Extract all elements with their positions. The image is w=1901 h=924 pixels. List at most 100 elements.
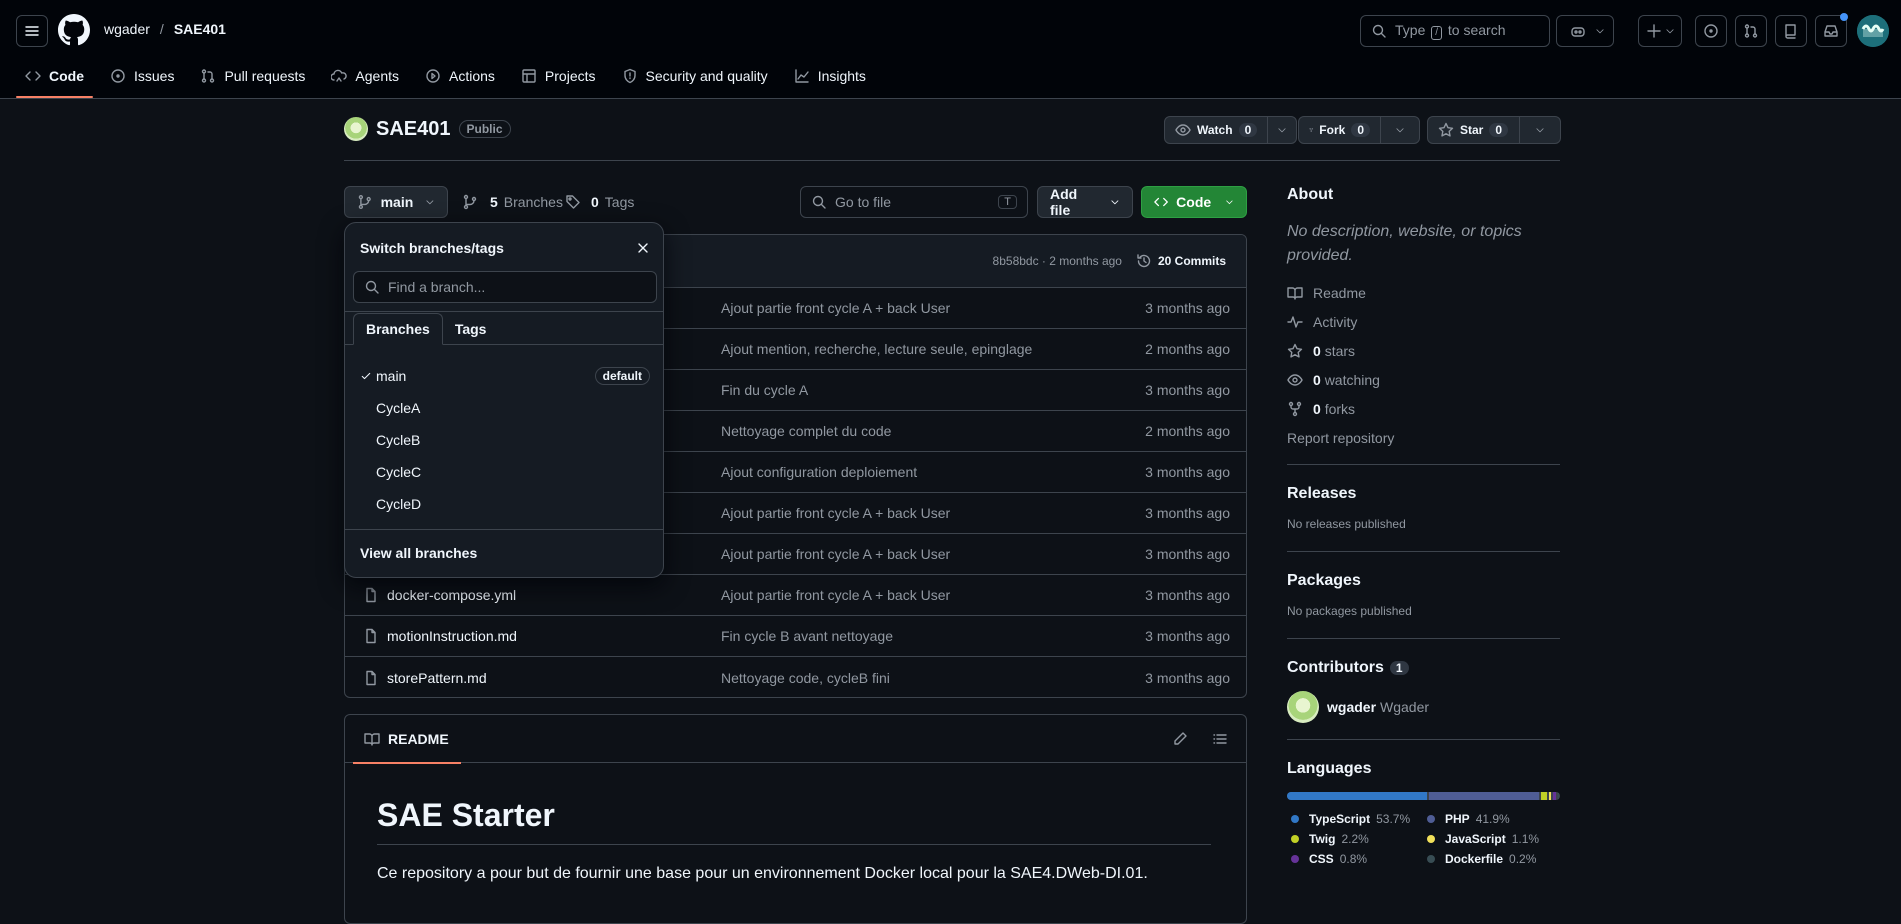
branch-item-label: CycleA	[376, 400, 421, 416]
breadcrumb-repo[interactable]: SAE401	[174, 21, 226, 37]
commit-message[interactable]: Ajout partie front cycle A + back User	[721, 587, 950, 603]
language-item[interactable]: TypeScript 53.7%	[1287, 812, 1423, 826]
tab-security[interactable]: Security and quality	[613, 60, 777, 92]
find-branch-input[interactable]: Find a branch...	[353, 271, 657, 303]
commit-message[interactable]: Nettoyage complet du code	[721, 423, 891, 439]
repo-name[interactable]: SAE401	[376, 118, 451, 141]
breadcrumb-owner[interactable]: wgader	[104, 21, 150, 37]
commit-message[interactable]: Ajout mention, recherche, lecture seule,…	[721, 341, 1032, 357]
language-color-dot	[1291, 855, 1299, 863]
global-search[interactable]: Type / to search	[1360, 15, 1550, 47]
code-button[interactable]: Code	[1141, 186, 1247, 218]
add-file-label: Add file	[1050, 186, 1078, 218]
copilot-button[interactable]	[1556, 15, 1614, 47]
menu-button[interactable]	[16, 15, 48, 47]
tab-pull-requests[interactable]: Pull requests	[191, 60, 314, 92]
file-name[interactable]: storePattern.md	[387, 670, 487, 686]
star-button[interactable]: Star 0	[1428, 117, 1520, 143]
language-item[interactable]: Twig 2.2%	[1287, 832, 1423, 846]
branch-item-cycled[interactable]: CycleD	[345, 488, 663, 520]
tab-tags[interactable]: Tags	[443, 313, 499, 345]
activity-link[interactable]: Activity	[1287, 307, 1560, 336]
fork-dropdown[interactable]	[1381, 117, 1419, 143]
forks-link[interactable]: 0 forks	[1287, 394, 1560, 423]
search-icon	[1372, 24, 1386, 38]
commit-message[interactable]: Ajout partie front cycle A + back User	[721, 505, 950, 521]
branches-link[interactable]: 5 Branches	[462, 186, 563, 218]
pull-requests-button[interactable]	[1735, 15, 1767, 47]
contributors-heading[interactable]: Contributors 1	[1287, 659, 1560, 677]
branch-item-cyclec[interactable]: CycleC	[345, 456, 663, 488]
tab-actions[interactable]: Actions	[416, 60, 504, 92]
commits-count: 20 Commits	[1157, 254, 1226, 268]
commit-message[interactable]: Ajout partie front cycle A + back User	[721, 300, 950, 316]
chevron-down-icon	[1536, 128, 1544, 133]
tags-link[interactable]: 0 Tags	[565, 186, 634, 218]
close-button[interactable]	[635, 240, 651, 256]
watch-button[interactable]: Watch 0	[1165, 117, 1269, 143]
go-to-file-input[interactable]: Go to file T	[800, 186, 1028, 218]
add-file-button[interactable]: Add file	[1037, 186, 1133, 218]
eye-icon	[1175, 124, 1191, 136]
commit-message[interactable]: Fin du cycle A	[721, 382, 808, 398]
repositories-button[interactable]	[1775, 15, 1807, 47]
language-name: Twig	[1309, 832, 1336, 846]
fork-button[interactable]: Fork 0	[1299, 117, 1381, 143]
commit-message[interactable]: Nettoyage code, cycleB fini	[721, 670, 890, 686]
tab-issues[interactable]: Issues	[101, 60, 183, 92]
github-logo[interactable]	[58, 14, 90, 46]
outline-button[interactable]	[1212, 731, 1228, 747]
language-item[interactable]: PHP 41.9%	[1423, 812, 1553, 826]
user-avatar[interactable]	[1857, 15, 1889, 47]
edit-readme-button[interactable]	[1172, 731, 1188, 747]
readme-link[interactable]: Readme	[1287, 278, 1560, 307]
tab-code[interactable]: Code	[16, 60, 93, 98]
create-new-button[interactable]	[1638, 15, 1682, 47]
play-icon	[426, 69, 440, 83]
commits-link[interactable]: 20 Commits	[1136, 253, 1226, 269]
language-percent: 53.7%	[1376, 812, 1411, 826]
commit-hash-time[interactable]: 8b58bdc · 2 months ago	[993, 254, 1122, 268]
file-row[interactable]: docker-compose.yml Ajout partie front cyc…	[345, 575, 1246, 616]
branch-item-cycleb[interactable]: CycleB	[345, 424, 663, 456]
branch-selector[interactable]: main	[344, 186, 448, 218]
file-row[interactable]: motionInstruction.md Fin cycle B avant ne…	[345, 616, 1246, 657]
tab-projects[interactable]: Projects	[512, 60, 605, 92]
file-row[interactable]: storePattern.md Nettoyage code, cycleB fi…	[345, 657, 1246, 697]
chevron-down-icon	[1596, 29, 1604, 34]
commit-date: 3 months ago	[1145, 587, 1230, 603]
tab-agents[interactable]: Agents	[322, 60, 408, 92]
issues-button[interactable]	[1695, 15, 1727, 47]
language-color-dot	[1291, 815, 1299, 823]
language-item[interactable]: Dockerfile 0.2%	[1423, 852, 1553, 866]
packages-heading[interactable]: Packages	[1287, 572, 1560, 590]
commit-date: 3 months ago	[1145, 546, 1230, 562]
watch-dropdown[interactable]	[1268, 117, 1296, 143]
watching-link[interactable]: 0 watching	[1287, 365, 1560, 394]
commit-message[interactable]: Fin cycle B avant nettoyage	[721, 628, 893, 644]
branch-item-cyclea[interactable]: CycleA	[345, 392, 663, 424]
language-color-dot	[1291, 835, 1299, 843]
star-dropdown[interactable]	[1520, 117, 1560, 143]
language-item[interactable]: CSS 0.8%	[1287, 852, 1423, 866]
language-item[interactable]: JavaScript 1.1%	[1423, 832, 1553, 846]
tab-insights[interactable]: Insights	[785, 60, 875, 92]
language-segment	[1557, 792, 1559, 800]
file-name[interactable]: docker-compose.yml	[387, 587, 516, 603]
contributor-item[interactable]: wgader Wgader	[1287, 691, 1560, 723]
report-repository-link[interactable]: Report repository	[1287, 423, 1560, 452]
commit-message[interactable]: Ajout configuration deploiement	[721, 464, 917, 480]
branch-item-main[interactable]: main default	[345, 360, 663, 392]
hamburger-icon	[25, 26, 39, 36]
readme-tab[interactable]: README	[353, 715, 461, 764]
tab-branches[interactable]: Branches	[353, 313, 443, 345]
repo-owner-avatar[interactable]	[344, 117, 368, 141]
breadcrumb: wgader / SAE401	[104, 21, 226, 37]
dropdown-tabs: Branches Tags	[353, 313, 498, 345]
commit-message[interactable]: Ajout partie front cycle A + back User	[721, 546, 950, 562]
view-all-branches-link[interactable]: View all branches	[360, 545, 477, 561]
file-icon	[366, 670, 376, 685]
releases-heading[interactable]: Releases	[1287, 485, 1560, 503]
stars-link[interactable]: 0 stars	[1287, 336, 1560, 365]
file-name[interactable]: motionInstruction.md	[387, 628, 517, 644]
